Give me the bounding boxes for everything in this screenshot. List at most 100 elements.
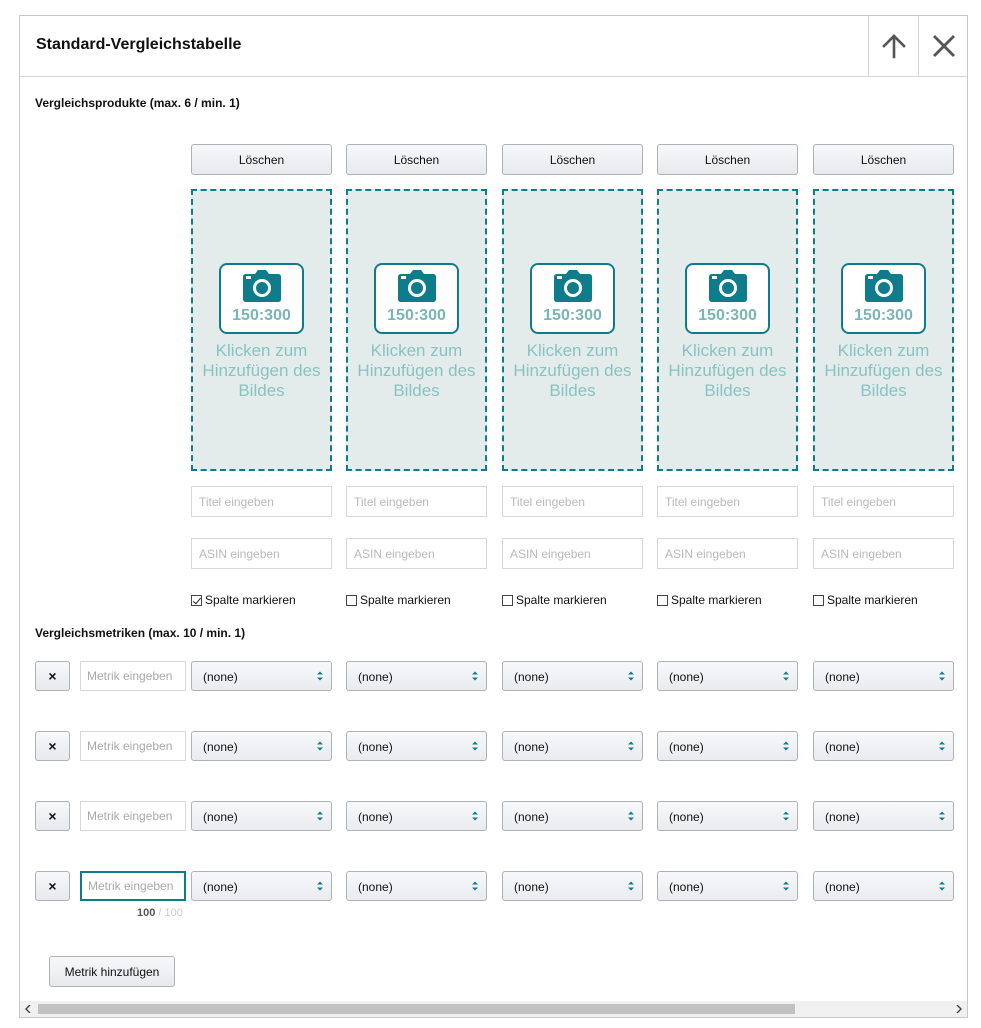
scroll-right-arrow-icon[interactable] bbox=[951, 1001, 967, 1017]
metric-value-select[interactable]: (none) bbox=[346, 801, 487, 831]
highlight-column-label: Spalte markieren bbox=[516, 593, 607, 607]
character-counter: 100 / 100 bbox=[137, 907, 183, 919]
select-arrows-icon bbox=[317, 741, 323, 751]
camera-icon bbox=[243, 270, 281, 302]
image-upload-caption: Klicken zum Hinzufügen des Bildes bbox=[668, 341, 787, 400]
remove-metric-button[interactable]: × bbox=[35, 731, 70, 761]
remove-metric-button[interactable]: × bbox=[35, 871, 70, 901]
metric-value-select[interactable]: (none) bbox=[813, 731, 954, 761]
image-placeholder-card: 150:300 bbox=[374, 263, 459, 334]
counter-separator: / bbox=[158, 907, 162, 919]
select-value: (none) bbox=[825, 670, 860, 684]
highlight-column-checkbox[interactable]: Spalte markieren bbox=[657, 593, 762, 607]
camera-icon bbox=[865, 270, 903, 302]
checkbox-icon[interactable] bbox=[346, 594, 357, 606]
product-asin-input[interactable] bbox=[191, 538, 332, 569]
image-upload-area[interactable]: 150:300 Klicken zum Hinzufügen des Bilde… bbox=[813, 189, 954, 471]
metric-value-select[interactable]: (none) bbox=[657, 731, 798, 761]
image-ratio-label: 150:300 bbox=[232, 307, 291, 324]
delete-product-button[interactable]: Löschen bbox=[191, 144, 332, 175]
metric-name-input[interactable] bbox=[80, 801, 186, 831]
metric-value-select[interactable]: (none) bbox=[502, 731, 643, 761]
metric-name-input[interactable] bbox=[80, 661, 186, 691]
select-value: (none) bbox=[669, 740, 704, 754]
select-value: (none) bbox=[203, 880, 238, 894]
product-title-input[interactable] bbox=[191, 486, 332, 517]
image-upload-area[interactable]: 150:300 Klicken zum Hinzufügen des Bilde… bbox=[502, 189, 643, 471]
dialog-title: Standard-Vergleichstabelle bbox=[36, 36, 242, 53]
checkbox-icon[interactable] bbox=[191, 594, 202, 606]
metric-value-select[interactable]: (none) bbox=[191, 871, 332, 901]
select-value: (none) bbox=[514, 880, 549, 894]
metric-value-select[interactable]: (none) bbox=[502, 871, 643, 901]
highlight-column-label: Spalte markieren bbox=[205, 593, 296, 607]
close-button[interactable] bbox=[918, 16, 967, 76]
delete-product-button[interactable]: Löschen bbox=[813, 144, 954, 175]
camera-icon bbox=[398, 270, 436, 302]
product-asin-input[interactable] bbox=[502, 538, 643, 569]
product-title-input[interactable] bbox=[502, 486, 643, 517]
metric-value-select[interactable]: (none) bbox=[813, 661, 954, 691]
add-metric-button[interactable]: Metrik hinzufügen bbox=[49, 956, 175, 987]
metric-value-select[interactable]: (none) bbox=[502, 661, 643, 691]
highlight-column-label: Spalte markieren bbox=[360, 593, 451, 607]
delete-product-button[interactable]: Löschen bbox=[502, 144, 643, 175]
metric-value-select[interactable]: (none) bbox=[813, 801, 954, 831]
select-value: (none) bbox=[358, 810, 393, 824]
product-asin-input[interactable] bbox=[813, 538, 954, 569]
select-arrows-icon bbox=[939, 741, 945, 751]
checkbox-icon[interactable] bbox=[813, 594, 824, 606]
horizontal-scrollbar[interactable] bbox=[20, 1001, 967, 1017]
metric-value-select[interactable]: (none) bbox=[813, 871, 954, 901]
scroll-left-arrow-icon[interactable] bbox=[20, 1001, 36, 1017]
metric-value-select[interactable]: (none) bbox=[657, 871, 798, 901]
image-upload-area[interactable]: 150:300 Klicken zum Hinzufügen des Bilde… bbox=[191, 189, 332, 471]
metric-value-select[interactable]: (none) bbox=[346, 871, 487, 901]
product-title-input[interactable] bbox=[346, 486, 487, 517]
highlight-column-checkbox[interactable]: Spalte markieren bbox=[502, 593, 607, 607]
select-value: (none) bbox=[203, 670, 238, 684]
product-asin-input[interactable] bbox=[657, 538, 798, 569]
metric-value-select[interactable]: (none) bbox=[346, 661, 487, 691]
move-up-button[interactable] bbox=[868, 16, 919, 76]
metric-value-select[interactable]: (none) bbox=[346, 731, 487, 761]
select-value: (none) bbox=[669, 880, 704, 894]
metrics-section-label: Vergleichsmetriken (max. 10 / min. 1) bbox=[35, 626, 246, 640]
highlight-column-checkbox[interactable]: Spalte markieren bbox=[813, 593, 918, 607]
delete-product-button[interactable]: Löschen bbox=[346, 144, 487, 175]
scrollbar-thumb[interactable] bbox=[38, 1004, 795, 1014]
metric-value-select[interactable]: (none) bbox=[191, 801, 332, 831]
metric-value-select[interactable]: (none) bbox=[191, 661, 332, 691]
highlight-column-checkbox[interactable]: Spalte markieren bbox=[191, 593, 296, 607]
select-value: (none) bbox=[203, 810, 238, 824]
select-value: (none) bbox=[358, 740, 393, 754]
product-title-input[interactable] bbox=[813, 486, 954, 517]
highlight-column-label: Spalte markieren bbox=[671, 593, 762, 607]
product-asin-input[interactable] bbox=[346, 538, 487, 569]
metric-value-select[interactable]: (none) bbox=[657, 801, 798, 831]
metric-name-input[interactable] bbox=[80, 731, 186, 761]
select-arrows-icon bbox=[317, 671, 323, 681]
select-value: (none) bbox=[514, 810, 549, 824]
metric-value-select[interactable]: (none) bbox=[657, 661, 798, 691]
arrow-up-icon bbox=[882, 34, 906, 59]
metric-value-select[interactable]: (none) bbox=[191, 731, 332, 761]
select-arrows-icon bbox=[939, 811, 945, 821]
highlight-column-checkbox[interactable]: Spalte markieren bbox=[346, 593, 451, 607]
select-value: (none) bbox=[514, 740, 549, 754]
products-section-label: Vergleichsprodukte (max. 6 / min. 1) bbox=[35, 96, 240, 110]
remove-metric-button[interactable]: × bbox=[35, 801, 70, 831]
camera-icon bbox=[709, 270, 747, 302]
product-title-input[interactable] bbox=[657, 486, 798, 517]
image-upload-area[interactable]: 150:300 Klicken zum Hinzufügen des Bilde… bbox=[346, 189, 487, 471]
image-upload-area[interactable]: 150:300 Klicken zum Hinzufügen des Bilde… bbox=[657, 189, 798, 471]
delete-product-button[interactable]: Löschen bbox=[657, 144, 798, 175]
image-upload-caption: Klicken zum Hinzufügen des Bildes bbox=[824, 341, 943, 400]
image-ratio-label: 150:300 bbox=[543, 307, 602, 324]
checkbox-icon[interactable] bbox=[502, 594, 513, 606]
metric-value-select[interactable]: (none) bbox=[502, 801, 643, 831]
remove-metric-button[interactable]: × bbox=[35, 661, 70, 691]
metric-name-input[interactable] bbox=[80, 871, 186, 901]
checkbox-icon[interactable] bbox=[657, 594, 668, 606]
select-arrows-icon bbox=[783, 881, 789, 891]
